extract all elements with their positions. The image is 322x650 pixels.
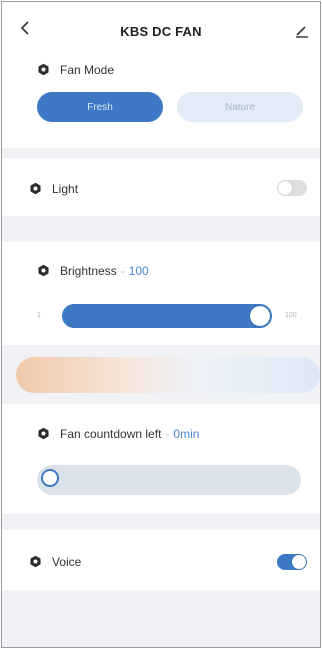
brightness-slider-thumb[interactable] <box>250 306 270 326</box>
settings-icon <box>30 555 41 568</box>
brightness-max-label: 100 <box>285 312 297 319</box>
countdown-slider-thumb[interactable] <box>41 469 59 487</box>
settings-icon <box>38 264 49 277</box>
countdown-slider[interactable] <box>37 465 301 495</box>
countdown-card <box>2 404 320 514</box>
voice-label: Voice <box>52 555 82 569</box>
brightness-value: 100 <box>128 264 149 278</box>
light-card <box>2 158 320 216</box>
voice-toggle[interactable] <box>277 554 307 570</box>
fan-mode-label: Fan Mode <box>60 63 115 77</box>
separator-dash: - <box>120 264 125 278</box>
settings-icon <box>38 63 49 76</box>
settings-icon <box>38 427 49 440</box>
brightness-label: Brightness <box>60 264 117 278</box>
voice-card <box>2 530 320 590</box>
device-panel-screen: KBS DC FAN Fan Mode Fresh Nature Light B… <box>1 1 321 648</box>
countdown-label-row: Fan countdown left -0min <box>60 427 199 441</box>
header-bar: KBS DC FAN <box>2 2 320 50</box>
pencil-icon[interactable] <box>294 22 310 38</box>
countdown-value: 0min <box>173 427 200 441</box>
settings-icon <box>30 182 41 195</box>
countdown-label: Fan countdown left <box>60 427 162 441</box>
fan-mode-fresh-button[interactable]: Fresh <box>37 92 163 122</box>
brightness-card <box>2 242 320 345</box>
light-label: Light <box>52 182 79 196</box>
page-title: KBS DC FAN <box>120 24 202 39</box>
color-temperature-slider[interactable] <box>16 357 320 393</box>
brightness-slider[interactable] <box>62 304 272 328</box>
brightness-label-row: Brightness -100 <box>60 264 149 278</box>
light-toggle[interactable] <box>277 180 307 196</box>
brightness-min-label: 1 <box>37 312 41 319</box>
fan-mode-nature-button[interactable]: Nature <box>177 92 303 122</box>
toggle-knob <box>278 181 292 195</box>
toggle-knob <box>292 555 306 569</box>
separator-dash: - <box>165 427 170 441</box>
